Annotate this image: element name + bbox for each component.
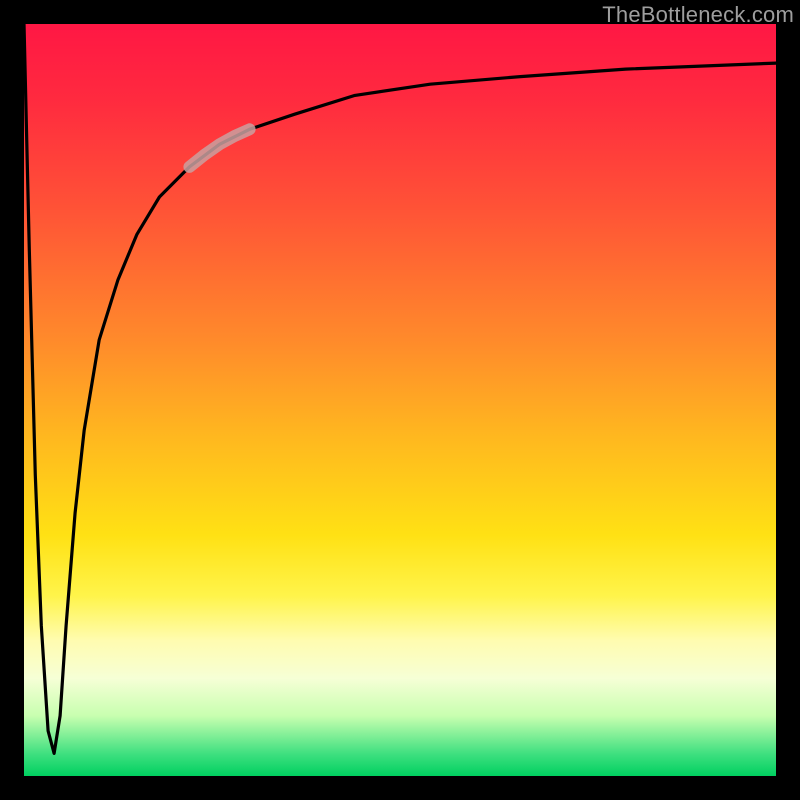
chart-frame: TheBottleneck.com: [0, 0, 800, 800]
bottleneck-curve: [24, 24, 776, 753]
highlight-segment: [189, 129, 249, 167]
attribution-label: TheBottleneck.com: [602, 2, 794, 28]
curve-layer: [24, 24, 776, 776]
